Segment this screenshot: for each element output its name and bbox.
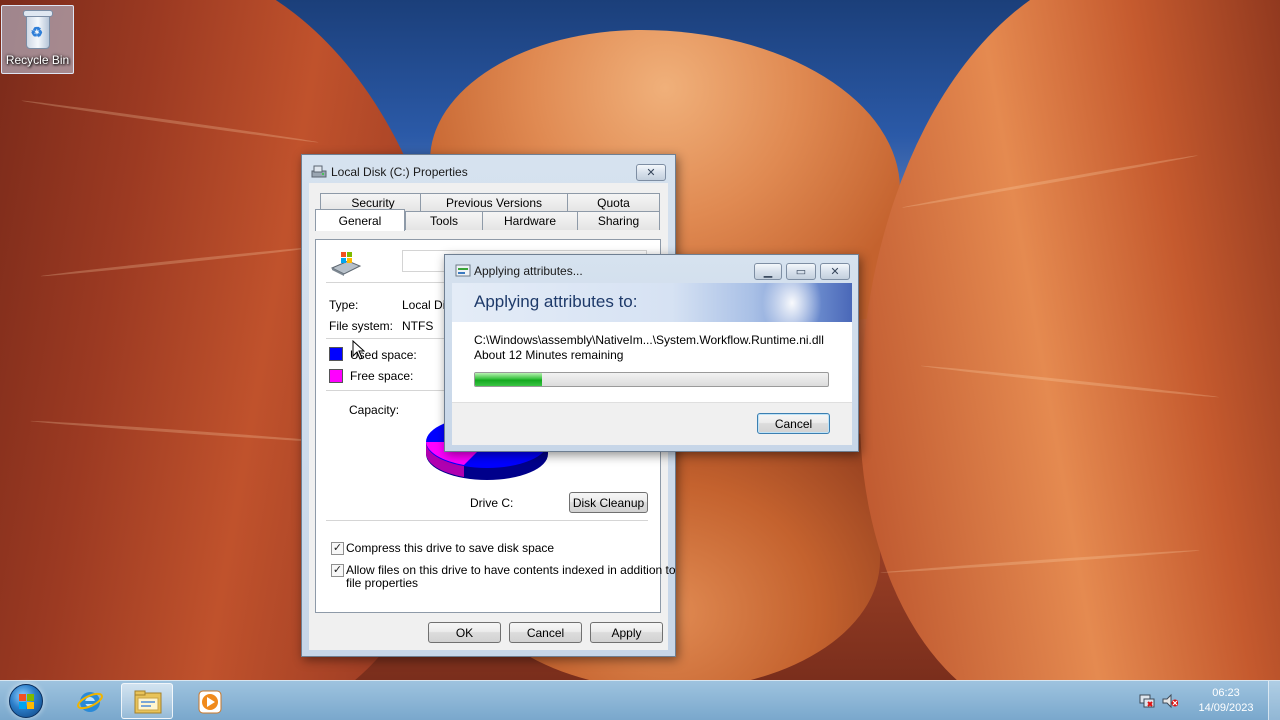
windows-logo-icon [19, 694, 35, 710]
compress-label: Compress this drive to save disk space [346, 541, 555, 555]
close-icon: ✕ [830, 266, 840, 278]
type-label: Type: [329, 298, 359, 312]
minimize-icon: ▁ [763, 266, 773, 278]
drive-label: Drive C: [470, 496, 514, 510]
show-desktop-button[interactable] [1268, 681, 1280, 720]
close-button[interactable]: ✕ [820, 263, 850, 280]
index-label-line2: file properties [346, 576, 419, 590]
filesystem-label: File system: [329, 319, 394, 333]
restore-icon: ▭ [795, 266, 807, 278]
free-space-label: Free space: [350, 369, 414, 383]
window-title: Applying attributes... [474, 264, 583, 278]
tab-sharing[interactable]: Sharing [577, 211, 660, 230]
progress-bar [474, 372, 829, 387]
dialog-banner: Applying attributes to: [452, 283, 852, 322]
recycle-bin-shortcut[interactable]: ♻ Recycle Bin [1, 5, 74, 74]
mouse-cursor-icon [352, 340, 365, 360]
drive-c-icon [330, 252, 362, 276]
maximize-button[interactable]: ▭ [786, 263, 816, 280]
media-player-icon [198, 690, 222, 714]
capacity-label: Capacity: [349, 403, 400, 417]
tab-previous-versions[interactable]: Previous Versions [420, 193, 568, 212]
clock-time: 06:23 [1212, 687, 1240, 699]
banner-glow [762, 283, 822, 322]
recycle-bin-icon: ♻ [22, 10, 53, 50]
tab-general[interactable]: General [315, 209, 405, 231]
used-space-swatch [329, 347, 343, 361]
disk-cleanup-button[interactable]: Disk Cleanup [569, 492, 648, 513]
apply-button[interactable]: Apply [590, 622, 663, 643]
applying-attributes-window: Applying attributes... ▁ ▭ ✕ Applying at… [444, 254, 859, 452]
tab-hardware[interactable]: Hardware [482, 211, 578, 230]
taskbar-media-player[interactable] [184, 683, 236, 719]
dialog-body: C:\Windows\assembly\NativeIm...\System.W… [452, 322, 852, 402]
free-space-swatch [329, 369, 343, 383]
compress-checkbox[interactable]: ✓ [331, 542, 344, 555]
dialog-heading: Applying attributes to: [474, 292, 638, 311]
folder-icon [134, 690, 162, 714]
current-file-path: C:\Windows\assembly\NativeIm...\System.W… [474, 333, 824, 347]
recycle-bin-label: Recycle Bin [5, 53, 70, 67]
progress-bar-fill [475, 373, 543, 386]
start-button[interactable] [9, 684, 43, 718]
filesystem-value: NTFS [402, 319, 434, 333]
window-title: Local Disk (C:) Properties [331, 165, 468, 179]
separator [326, 520, 648, 521]
close-button[interactable]: ✕ [636, 164, 666, 181]
dialog-footer: Cancel [452, 402, 852, 445]
taskbar-windows-explorer[interactable] [121, 683, 173, 719]
attributes-icon [455, 264, 471, 277]
minimize-button[interactable]: ▁ [754, 263, 782, 280]
system-clock[interactable]: 06:23 14/09/2023 [1186, 686, 1266, 716]
volume-muted-icon[interactable] [1162, 693, 1178, 709]
ok-button[interactable]: OK [428, 622, 501, 643]
tab-tools[interactable]: Tools [405, 211, 483, 230]
cancel-button[interactable]: Cancel [757, 413, 830, 434]
wallpaper-rock-right [860, 0, 1280, 680]
close-icon: ✕ [646, 167, 656, 179]
taskbar: 06:23 14/09/2023 [0, 680, 1280, 720]
tab-quota[interactable]: Quota [567, 193, 660, 212]
taskbar-internet-explorer[interactable] [64, 683, 116, 719]
index-checkbox[interactable]: ✓ [331, 564, 344, 577]
time-remaining: About 12 Minutes remaining [474, 348, 624, 362]
index-label-line1: Allow files on this drive to have conten… [346, 563, 676, 577]
clock-date: 14/09/2023 [1198, 702, 1254, 714]
drive-icon [311, 165, 327, 178]
internet-explorer-icon [77, 692, 103, 712]
cancel-button[interactable]: Cancel [509, 622, 582, 643]
network-icon[interactable] [1139, 693, 1155, 709]
